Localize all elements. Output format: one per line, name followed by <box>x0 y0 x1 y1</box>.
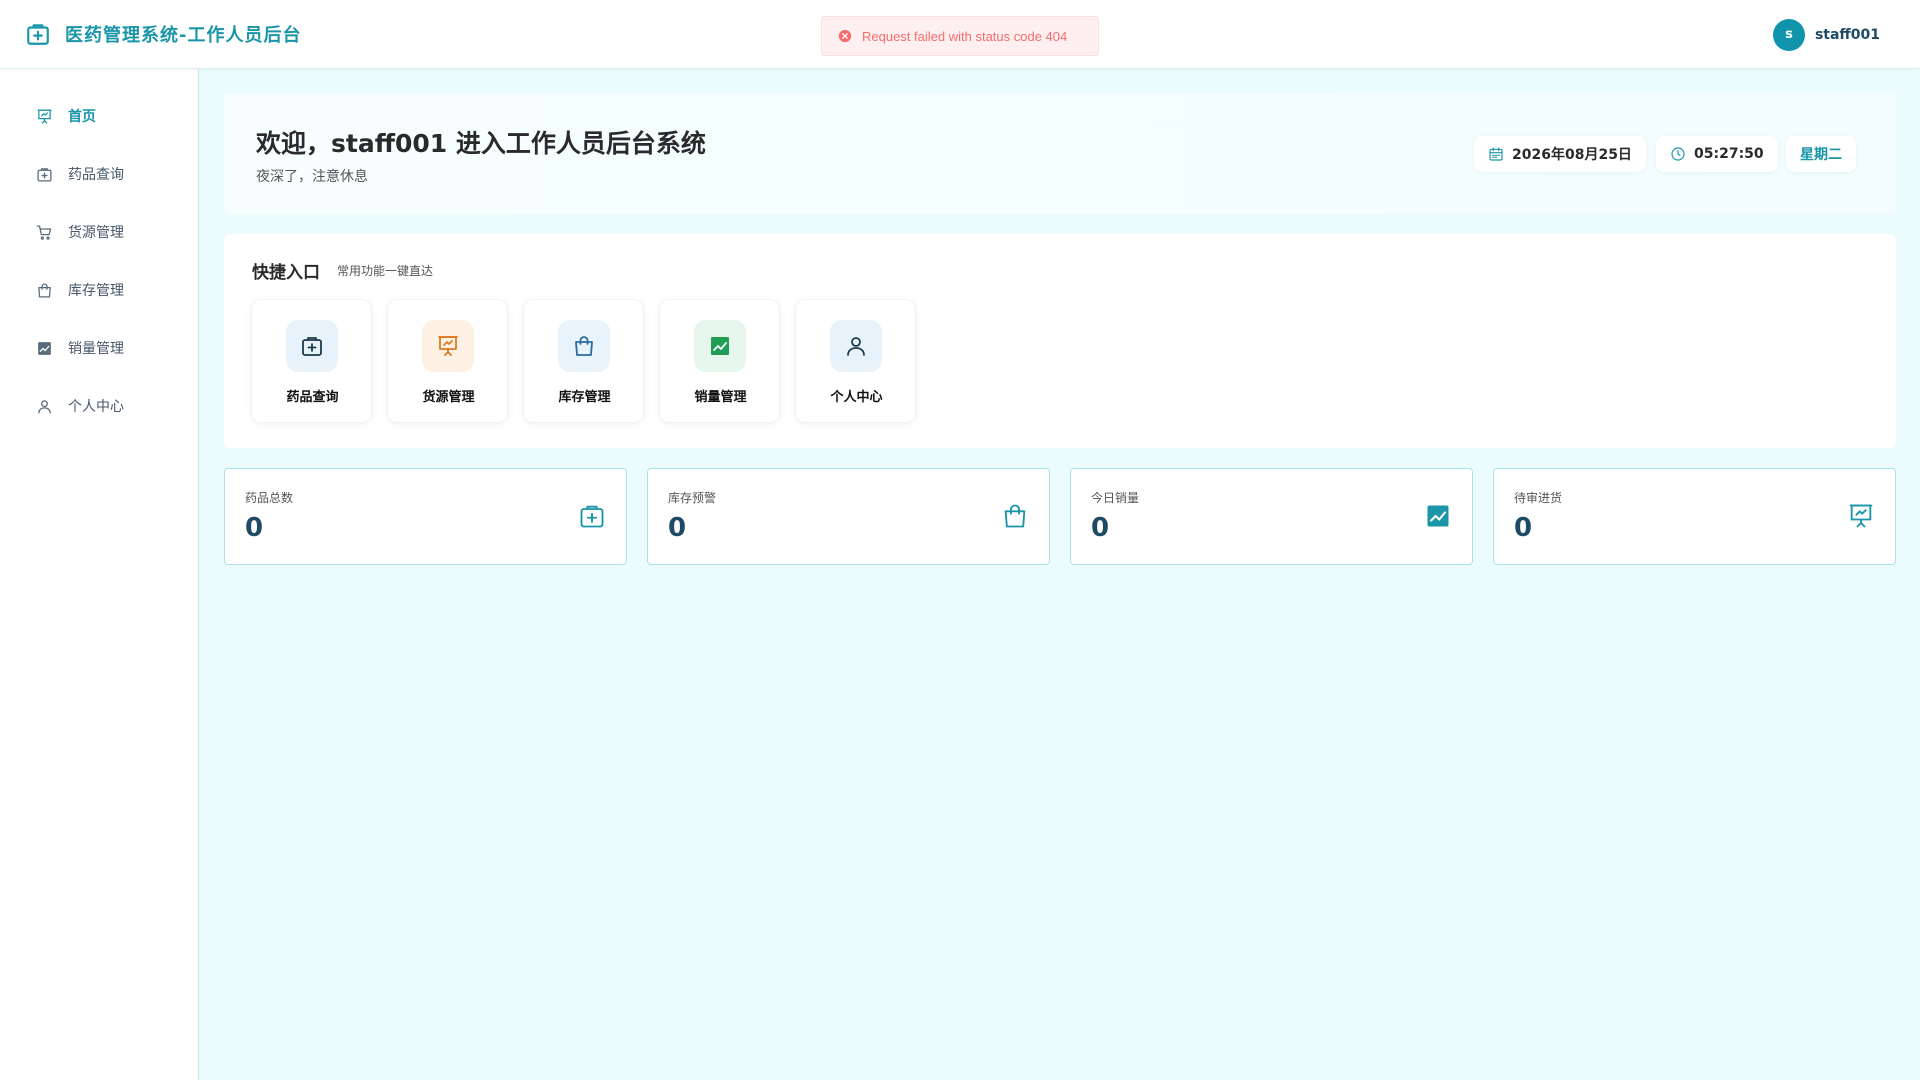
user-icon <box>38 399 51 414</box>
medkit-icon <box>37 167 52 182</box>
welcome-subtitle: 夜深了，注意休息 <box>256 169 368 185</box>
stat-label: 库存预警 <box>668 491 717 505</box>
sidebar-item-label: 库存管理 <box>68 283 124 299</box>
tile-icon-box <box>694 320 746 372</box>
stat-label: 今日销量 <box>1091 491 1140 505</box>
cart-icon <box>36 224 52 240</box>
sidebar-item-label: 销量管理 <box>68 341 124 357</box>
chart-board-icon <box>1849 504 1873 528</box>
quick-entry-subtitle: 常用功能一键直达 <box>337 264 434 278</box>
bag-icon <box>38 283 51 298</box>
brand[interactable]: 医药管理系统-工作人员后台 <box>25 21 301 47</box>
sidebar: 首页 药品查询 货源管理 库存管理 销量管理 个人中心 <box>0 69 199 1080</box>
trend-chart-icon <box>711 337 729 355</box>
quick-tile-medicine-query[interactable]: 药品查询 <box>251 299 372 423</box>
stat-value: 0 <box>1091 513 1110 543</box>
medkit-icon <box>27 24 49 45</box>
sidebar-item-label: 药品查询 <box>68 167 124 183</box>
user-icon <box>847 337 865 356</box>
medkit-icon <box>302 337 322 356</box>
welcome-card: 欢迎，staff001 进入工作人员后台系统 夜深了，注意休息 2026年08月… <box>224 94 1896 214</box>
calendar-icon <box>1489 147 1503 161</box>
trend-chart-icon <box>38 341 51 355</box>
tile-label: 库存管理 <box>558 390 611 405</box>
user-menu[interactable]: s staff001 <box>1772 0 1880 69</box>
tile-icon-box <box>422 320 474 372</box>
bag-icon <box>575 336 593 356</box>
sidebar-item-label: 首页 <box>68 109 96 125</box>
tile-label: 个人中心 <box>830 390 883 405</box>
stat-value: 0 <box>1514 513 1533 543</box>
quick-tile-profile[interactable]: 个人中心 <box>795 299 916 423</box>
sidebar-item-home[interactable]: 首页 <box>0 96 198 136</box>
weekday-chip: 星期二 <box>1786 136 1856 172</box>
weekday-text: 星期二 <box>1800 147 1842 163</box>
time-chip: 05:27:50 <box>1656 136 1778 172</box>
stat-value: 0 <box>668 513 687 543</box>
date-chip: 2026年08月25日 <box>1474 136 1646 172</box>
tile-label: 药品查询 <box>286 390 339 405</box>
quick-entry-title: 快捷入口 <box>252 263 320 283</box>
sidebar-item-sales[interactable]: 销量管理 <box>0 328 198 368</box>
tile-label: 销量管理 <box>694 390 747 405</box>
chart-board-icon <box>37 108 52 124</box>
avatar[interactable]: s <box>1772 18 1805 51</box>
error-circle-icon <box>838 29 852 43</box>
sidebar-item-supply[interactable]: 货源管理 <box>0 212 198 252</box>
medkit-icon <box>580 505 604 528</box>
stat-label: 药品总数 <box>245 491 294 505</box>
tile-icon-box <box>558 320 610 372</box>
stat-card-stock-alert: 库存预警 0 <box>647 468 1050 565</box>
stat-card-medicine-total: 药品总数 0 <box>224 468 627 565</box>
error-toast: Request failed with status code 404 <box>821 16 1099 56</box>
quick-entry-panel: 快捷入口 常用功能一键直达 药品查询 货源管理 库存管理 销量管理 个人中心 <box>224 234 1896 448</box>
sidebar-item-label: 货源管理 <box>68 225 124 241</box>
sidebar-item-medicine-query[interactable]: 药品查询 <box>0 154 198 194</box>
stat-label: 待审进货 <box>1514 491 1563 505</box>
date-text: 2026年08月25日 <box>1512 147 1632 163</box>
quick-tile-supply[interactable]: 货源管理 <box>387 299 508 423</box>
tile-label: 货源管理 <box>422 390 475 405</box>
tile-icon-box <box>830 320 882 372</box>
stat-card-pending-purchase: 待审进货 0 <box>1493 468 1896 565</box>
toast-message: Request failed with status code 404 <box>862 28 1068 44</box>
stat-card-today-sales: 今日销量 0 <box>1070 468 1473 565</box>
quick-tile-sales[interactable]: 销量管理 <box>659 299 780 423</box>
app-title: 医药管理系统-工作人员后台 <box>65 25 302 46</box>
sidebar-item-profile[interactable]: 个人中心 <box>0 386 198 426</box>
sidebar-item-inventory[interactable]: 库存管理 <box>0 270 198 310</box>
username[interactable]: staff001 <box>1815 27 1880 43</box>
stat-value: 0 <box>245 513 264 543</box>
sidebar-item-label: 个人中心 <box>68 399 124 415</box>
chart-board-icon <box>438 336 458 356</box>
welcome-title: 欢迎，staff001 进入工作人员后台系统 <box>256 129 706 158</box>
time-text: 05:27:50 <box>1694 146 1764 162</box>
bag-icon <box>1004 504 1026 528</box>
clock-icon <box>1671 147 1685 161</box>
trend-chart-icon <box>1427 505 1449 527</box>
tile-icon-box <box>286 320 338 372</box>
quick-tile-inventory[interactable]: 库存管理 <box>523 299 644 423</box>
